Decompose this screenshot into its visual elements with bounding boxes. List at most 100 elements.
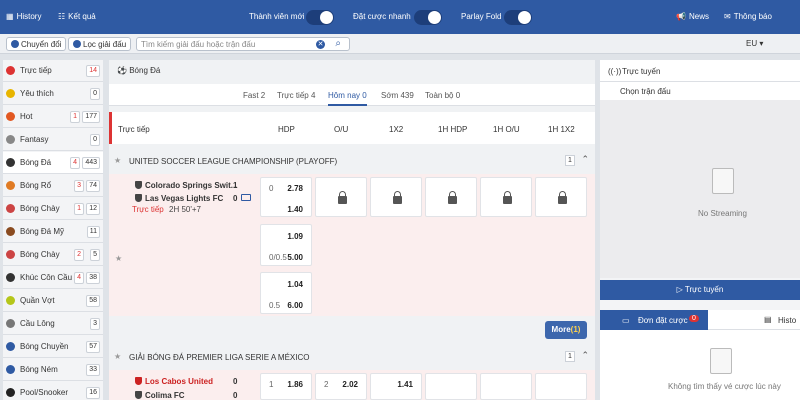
badminton-icon <box>6 319 15 328</box>
sidebar-item[interactable]: Trực tiếp 14 <box>3 60 103 82</box>
bet-count-badge: 0 <box>689 315 699 322</box>
tab-history[interactable]: ▤ Histo <box>708 310 800 330</box>
tab-all[interactable]: Toàn bộ 0 <box>425 91 460 100</box>
sidebar-item[interactable]: Fantasy 0 <box>3 129 103 151</box>
fire-icon <box>6 112 15 121</box>
news-link[interactable]: 📢 News <box>676 12 709 21</box>
new-member-toggle[interactable] <box>306 10 334 25</box>
star-icon[interactable]: ★ <box>115 254 122 263</box>
sidebar-item-label: Cầu Lông <box>20 319 55 328</box>
league-header[interactable]: ★ GIẢI BÓNG ĐÁ PREMIER LIGA SERIE A MÉXI… <box>109 348 595 366</box>
ticket-icon: ▭ <box>622 316 630 325</box>
odds-header: Trực tiếp HDP O/U 1X2 1H HDP 1H O/U 1H 1… <box>109 112 595 144</box>
live-count-badge: 1 <box>74 203 84 215</box>
sidebar-item[interactable]: Pool/Snooker 16 <box>3 382 103 400</box>
sidebar-item-label: Fantasy <box>20 135 49 144</box>
snooker-icon <box>6 388 15 397</box>
search-icon[interactable]: ⌕ <box>335 38 341 49</box>
sidebar-item[interactable]: Khúc Côn Cầu 38 4 <box>3 267 103 289</box>
tab-bet-slip[interactable]: ▭ Đơn đặt cược 0 <box>600 310 708 330</box>
tab-today[interactable]: Hôm nay 0 <box>328 91 367 106</box>
right-panel: ((·)) Trực tuyến Chọn trận đấu No Stream… <box>600 60 800 400</box>
away-team: Colima FC <box>135 391 185 400</box>
1x2-odds-cell[interactable]: 1.41 <box>370 373 422 400</box>
sidebar-item[interactable]: Bóng Đá 443 4 <box>3 152 103 174</box>
volleyball-icon <box>6 342 15 351</box>
count-badge: 58 <box>86 295 100 307</box>
chevron-up-icon[interactable]: ⌃ <box>581 350 589 361</box>
team-shield-icon <box>135 377 142 385</box>
sidebar-item-label: Bóng Đá Mỹ <box>20 227 65 236</box>
megaphone-icon: 📢 <box>676 12 686 21</box>
ou-odds-cell[interactable]: 2 2.02 <box>315 373 367 400</box>
sidebar-item-label: Pool/Snooker <box>20 388 69 397</box>
sidebar-item[interactable]: Bóng Rổ 74 3 <box>3 175 103 197</box>
sidebar-item[interactable]: Hot 177 1 <box>3 106 103 128</box>
sidebar-item[interactable]: Bóng Chuyền 57 <box>3 336 103 358</box>
odds-format-select[interactable]: EU ▾ <box>746 39 763 48</box>
league-header[interactable]: ★ UNITED SOCCER LEAGUE CHAMPIONSHIP (PLA… <box>109 152 595 170</box>
parlay-fold-toggle[interactable] <box>504 10 532 25</box>
lock-icon <box>448 191 457 204</box>
stream-area: No Streaming <box>600 100 800 278</box>
hdp-odds-cell[interactable]: 1.04 0.5 6.00 <box>260 272 312 314</box>
sidebar-item-label: Yêu thích <box>20 89 54 98</box>
1h-1x2-odds-cell[interactable] <box>535 373 587 400</box>
more-button[interactable]: More(1) <box>545 321 587 339</box>
notifications-link[interactable]: ✉ Thông báo <box>724 12 772 21</box>
broadcast-icon: ((·)) <box>608 67 622 76</box>
home-score: 0 <box>233 377 238 386</box>
clear-icon[interactable]: ✕ <box>316 40 325 49</box>
home-team: Los Cabos United <box>135 377 213 386</box>
col-1x2: 1X2 <box>389 125 404 134</box>
sidebar-item[interactable]: Cầu Lông 3 <box>3 313 103 335</box>
chevron-up-icon[interactable]: ⌃ <box>581 154 589 165</box>
star-icon[interactable]: ★ <box>114 352 121 361</box>
count-badge: 0 <box>90 134 100 146</box>
results-link[interactable]: ☷ Kết quả <box>58 12 96 21</box>
no-streaming-text: No Streaming <box>698 209 747 218</box>
count-badge: 16 <box>86 387 100 399</box>
1h-ou-odds-cell[interactable] <box>480 373 532 400</box>
count-badge: 57 <box>86 341 100 353</box>
history-link[interactable]: ▦ History <box>6 12 41 21</box>
bet-tabs: ▭ Đơn đặt cược 0 ▤ Histo <box>600 310 800 330</box>
count-badge: 33 <box>86 364 100 376</box>
filter-league-button[interactable]: Lọc giải đấu <box>68 37 132 51</box>
star-icon <box>6 89 15 98</box>
1h-hdp-odds-cell[interactable] <box>425 373 477 400</box>
sidebar-item[interactable]: Bóng Đá Mỹ 11 <box>3 221 103 243</box>
live-status: Trực tiếp <box>132 205 164 214</box>
hdp-odds-cell[interactable]: 1.09 0/0.5 5.00 <box>260 224 312 266</box>
tv-icon[interactable] <box>241 194 251 201</box>
tab-fast[interactable]: Fast 2 <box>243 91 265 100</box>
quick-bet-toggle[interactable] <box>414 10 442 25</box>
sidebar-item[interactable]: Yêu thích 0 <box>3 83 103 105</box>
star-icon[interactable]: ★ <box>114 156 121 165</box>
switch-button[interactable]: Chuyển đổi <box>6 37 67 51</box>
hdp-odds-cell[interactable]: 1 1.86 <box>260 373 312 400</box>
ou-odds-cell <box>315 177 367 217</box>
sidebar-item-label: Bóng Chày <box>20 204 60 213</box>
tab-early[interactable]: Sớm 439 <box>381 91 414 100</box>
results-icon: ☷ <box>58 12 66 21</box>
sidebar-item-label: Bóng Rổ <box>20 181 52 190</box>
select-match-dropdown[interactable]: Chọn trận đấu <box>600 82 800 100</box>
american-football-icon <box>6 227 15 236</box>
sidebar-item-label: Trực tiếp <box>20 66 52 75</box>
live-icon <box>6 66 15 75</box>
sidebar-item[interactable]: Bóng Chày 5 2 <box>3 244 103 266</box>
sidebar-item[interactable]: Bóng Ném 33 <box>3 359 103 381</box>
team-shield-icon <box>135 391 142 399</box>
away-score: 0 <box>233 391 238 400</box>
hdp-odds-cell[interactable]: 0 2.78 1.40 <box>260 177 312 217</box>
live-count-badge: 4 <box>74 272 84 284</box>
col-ou: O/U <box>334 125 349 134</box>
sidebar-item[interactable]: Bóng Chày 12 1 <box>3 198 103 220</box>
top-bar: ▦ History ☷ Kết quả Thành viên mới Đặt cượ… <box>0 0 800 34</box>
tab-live[interactable]: Trực tiếp 4 <box>277 91 315 100</box>
sidebar-item[interactable]: Quần Vợt 58 <box>3 290 103 312</box>
live-count-badge: 2 <box>74 249 84 261</box>
search-input[interactable]: Tìm kiếm giải đấu hoặc trận đấu ✕ ⌕ <box>136 37 350 51</box>
live-stream-button[interactable]: ▷ Trực tuyến <box>600 280 800 300</box>
